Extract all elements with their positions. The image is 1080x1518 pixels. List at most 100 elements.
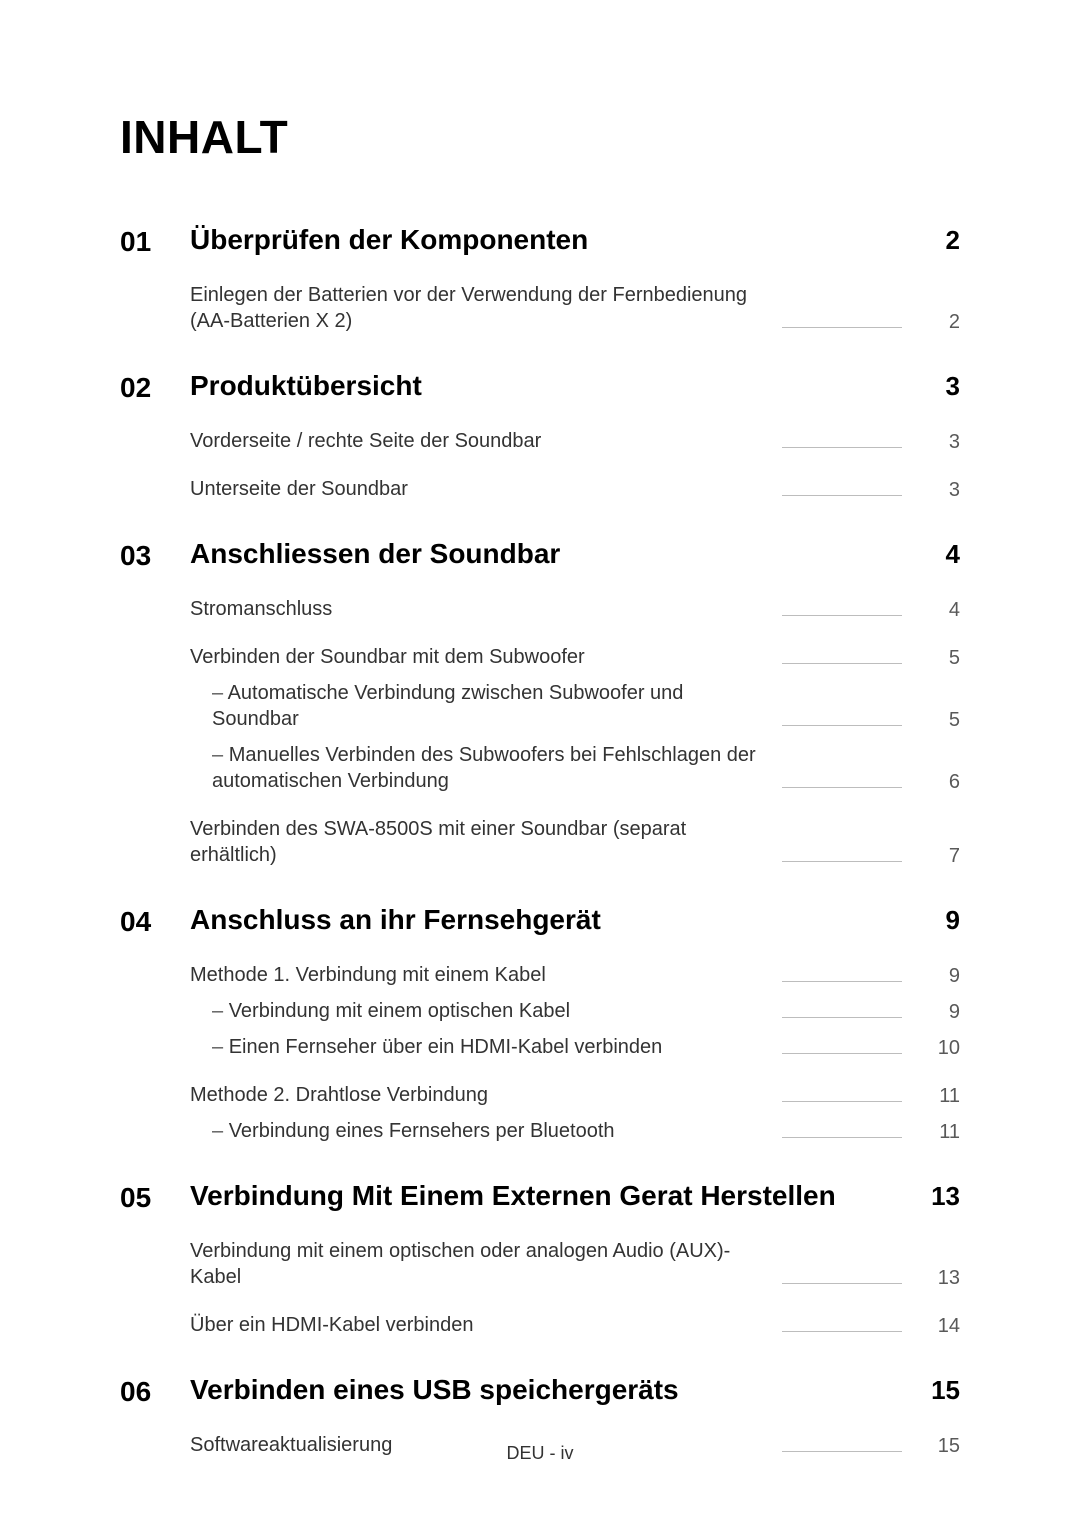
toc-subentry[interactable]: Automatische Verbindung zwischen Subwoof… [190, 680, 960, 732]
section-entries: Methode 1. Verbindung mit einem Kabel9Ve… [190, 962, 960, 1144]
leader-line [782, 1101, 902, 1102]
toc-entry[interactable]: Methode 2. Drahtlose Verbindung 11 [190, 1082, 960, 1108]
entry-page: 6 [912, 771, 960, 794]
section-body: Überprüfen der Komponenten2Einlegen der … [190, 224, 960, 334]
section-heading-row[interactable]: Produktübersicht3 [190, 370, 960, 402]
entry-page: 3 [912, 431, 960, 454]
toc-entry[interactable]: Verbinden des SWA-8500S mit einer Soundb… [190, 816, 960, 868]
leader-line [782, 861, 902, 862]
section-title: Überprüfen der Komponenten [190, 224, 912, 256]
section-page: 2 [912, 225, 960, 256]
entry-text: Vorderseite / rechte Seite der Soundbar [190, 428, 541, 454]
leader-line [782, 981, 902, 982]
leader-line [782, 495, 902, 496]
section-heading-row[interactable]: Anschliessen der Soundbar4 [190, 538, 960, 570]
entry-text: Verbindung eines Fernsehers per Bluetoot… [190, 1118, 615, 1144]
section-entries: Stromanschluss 4 Verbinden der Soundbar mi… [190, 596, 960, 868]
toc-list: 01Überprüfen der Komponenten2Einlegen de… [120, 224, 960, 1458]
entry-page: 11 [912, 1121, 960, 1144]
leader-line [782, 725, 902, 726]
toc-section: 01Überprüfen der Komponenten2Einlegen de… [120, 224, 960, 334]
leader-line [782, 615, 902, 616]
entry-text: Verbinden der Soundbar mit dem Subwoofer [190, 644, 585, 670]
entry-page: 3 [912, 479, 960, 502]
section-body: Verbindung Mit Einem Externen Gerat Hers… [190, 1180, 960, 1338]
toc-entry[interactable]: Methode 1. Verbindung mit einem Kabel9 [190, 962, 960, 988]
toc-entry[interactable]: Vorderseite / rechte Seite der Soundbar 3 [190, 428, 960, 454]
entry-text: Einlegen der Batterien vor der Verwendun… [190, 282, 750, 334]
entry-page: 5 [912, 709, 960, 732]
leader-line [782, 1331, 902, 1332]
leader-line [782, 1017, 902, 1018]
section-heading-row[interactable]: Verbinden eines USB speichergeräts15 [190, 1374, 960, 1406]
section-body: Produktübersicht3Vorderseite / rechte Se… [190, 370, 960, 502]
section-entries: Verbindung mit einem optischen oder anal… [190, 1238, 960, 1338]
page-footer: DEU - iv [0, 1443, 1080, 1464]
entry-page: 7 [912, 845, 960, 868]
section-heading-row[interactable]: Verbindung Mit Einem Externen Gerat Hers… [190, 1180, 960, 1212]
leader-line [782, 1137, 902, 1138]
leader-line [782, 327, 902, 328]
section-body: Anschluss an ihr Fernsehgerät9Methode 1.… [190, 904, 960, 1144]
toc-page: INHALT 01Überprüfen der Komponenten2Einl… [0, 0, 1080, 1518]
toc-section: 04Anschluss an ihr Fernsehgerät9Methode … [120, 904, 960, 1144]
entry-text: Methode 1. Verbindung mit einem Kabel [190, 962, 546, 988]
entry-text: Stromanschluss [190, 596, 332, 622]
entry-text: Einen Fernseher über ein HDMI-Kabel verb… [190, 1034, 662, 1060]
section-title: Verbindung Mit Einem Externen Gerat Hers… [190, 1180, 912, 1212]
section-entries: Vorderseite / rechte Seite der Soundbar 3… [190, 428, 960, 502]
section-number: 02 [120, 370, 190, 404]
leader-line [782, 787, 902, 788]
entry-text: Automatische Verbindung zwischen Subwoof… [190, 680, 772, 732]
entry-page: 2 [912, 311, 960, 334]
toc-entry[interactable]: Verbindung mit einem optischen oder anal… [190, 1238, 960, 1290]
toc-subentry[interactable]: Verbindung eines Fernsehers per Bluetoot… [190, 1118, 960, 1144]
section-heading-row[interactable]: Anschluss an ihr Fernsehgerät9 [190, 904, 960, 936]
page-title: INHALT [120, 110, 960, 164]
leader-line [782, 663, 902, 664]
entry-page: 9 [912, 1001, 960, 1024]
section-title: Anschluss an ihr Fernsehgerät [190, 904, 912, 936]
entry-page: 11 [912, 1085, 960, 1108]
leader-line [782, 1283, 902, 1284]
section-title: Verbinden eines USB speichergeräts [190, 1374, 912, 1406]
section-number: 03 [120, 538, 190, 572]
section-entries: Einlegen der Batterien vor der Verwendun… [190, 282, 960, 334]
entry-text: Methode 2. Drahtlose Verbindung [190, 1082, 488, 1108]
section-title: Produktübersicht [190, 370, 912, 402]
toc-subentry[interactable]: Manuelles Verbinden des Subwoofers bei F… [190, 742, 960, 794]
section-page: 13 [912, 1181, 960, 1212]
section-page: 4 [912, 539, 960, 570]
entry-page: 10 [912, 1037, 960, 1060]
section-page: 9 [912, 905, 960, 936]
toc-entry[interactable]: Verbinden der Soundbar mit dem Subwoofer… [190, 644, 960, 670]
toc-entry[interactable]: Stromanschluss 4 [190, 596, 960, 622]
entry-page: 14 [912, 1315, 960, 1338]
entry-text: Verbindung mit einem optischen Kabel [190, 998, 570, 1024]
section-page: 3 [912, 371, 960, 402]
toc-subentry[interactable]: Einen Fernseher über ein HDMI-Kabel verb… [190, 1034, 960, 1060]
section-body: Anschliessen der Soundbar4Stromanschluss… [190, 538, 960, 868]
toc-entry[interactable]: Über ein HDMI-Kabel verbinden 14 [190, 1312, 960, 1338]
section-number: 06 [120, 1374, 190, 1408]
toc-section: 02Produktübersicht3Vorderseite / rechte … [120, 370, 960, 502]
toc-section: 05Verbindung Mit Einem Externen Gerat He… [120, 1180, 960, 1338]
entry-text: Verbindung mit einem optischen oder anal… [190, 1238, 750, 1290]
toc-entry[interactable]: Einlegen der Batterien vor der Verwendun… [190, 282, 960, 334]
toc-subentry[interactable]: Verbindung mit einem optischen Kabel 9 [190, 998, 960, 1024]
section-page: 15 [912, 1375, 960, 1406]
section-number: 04 [120, 904, 190, 938]
section-number: 01 [120, 224, 190, 258]
section-title: Anschliessen der Soundbar [190, 538, 912, 570]
toc-entry[interactable]: Unterseite der Soundbar 3 [190, 476, 960, 502]
section-number: 05 [120, 1180, 190, 1214]
entry-text: Verbinden des SWA-8500S mit einer Soundb… [190, 816, 750, 868]
entry-text: Manuelles Verbinden des Subwoofers bei F… [190, 742, 772, 794]
leader-line [782, 1053, 902, 1054]
leader-line [782, 447, 902, 448]
entry-text: Über ein HDMI-Kabel verbinden [190, 1312, 473, 1338]
entry-page: 5 [912, 647, 960, 670]
section-heading-row[interactable]: Überprüfen der Komponenten2 [190, 224, 960, 256]
entry-text: Unterseite der Soundbar [190, 476, 408, 502]
entry-page: 4 [912, 599, 960, 622]
